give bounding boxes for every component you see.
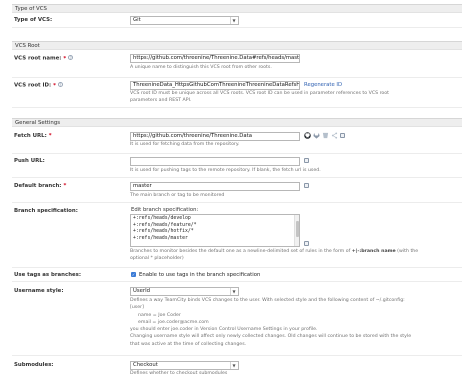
username-style-value: UserId [133, 288, 150, 294]
tags-checkbox[interactable]: ✓ [131, 272, 136, 277]
default-branch-note: The main branch or tag to be monitored [130, 193, 225, 198]
default-branch-input[interactable]: master [130, 182, 300, 191]
branch-spec-textarea[interactable]: +:refs/heads/develop +:refs/heads/featur… [130, 214, 300, 247]
settings-icon[interactable] [304, 241, 309, 246]
username-note-line: Changing username style will affect only… [130, 334, 412, 340]
vcs-root-name-label: VCS root name: *? [14, 55, 74, 62]
required-marker: * [53, 82, 56, 89]
vcs-type-select[interactable]: Git ▼ [130, 16, 239, 25]
default-branch-label: Default branch: * [14, 183, 67, 189]
username-style-select[interactable]: UserId ▼ [130, 287, 239, 296]
fetch-url-label: Fetch URL: * [14, 133, 52, 139]
vcs-type-label: Type of VCS: [14, 17, 53, 23]
tags-label: Use tags as branches: [14, 272, 82, 278]
push-url-label: Push URL: [14, 158, 45, 164]
vcs-root-name-note: A unique name to distinguish this VCS ro… [130, 65, 272, 70]
username-note-line: [user] [130, 305, 144, 311]
settings-icon[interactable] [304, 183, 309, 188]
required-marker: * [48, 133, 52, 139]
vcs-root-id-label: VCS root ID: *? [14, 82, 63, 89]
fetch-url-input[interactable]: https://github.com/threenine/Threenine.D… [130, 132, 300, 141]
required-marker: * [63, 55, 67, 62]
push-url-input[interactable] [130, 157, 300, 166]
vcs-root-id-input[interactable]: ThreenineData_HttpsGithubComThreenineThr… [130, 81, 300, 90]
username-note-line: name = Joe Coder [138, 312, 181, 318]
vcs-type-value: Git [133, 17, 141, 23]
github-icon[interactable] [304, 132, 311, 139]
textarea-scrollbar[interactable] [294, 215, 299, 246]
username-style-note: Defines a way TeamCity binds VCS changes… [130, 297, 411, 348]
submodules-label: Submodules: [14, 362, 54, 368]
branch-spec-line: +:refs/heads/master [133, 235, 188, 241]
vcs-root-name-input[interactable]: https://github.com/threenine/Threenine.D… [130, 54, 300, 63]
push-url-note: It is used for pushing tags to the remot… [130, 168, 321, 173]
vcs-root-id-note-line2: parameters and REST API. [130, 97, 192, 103]
branch-spec-label: Branch specification: [14, 208, 78, 214]
chevron-down-icon: ▼ [230, 362, 237, 369]
section-header-general: General Settings [12, 118, 462, 127]
submodules-select[interactable]: Checkout ▼ [130, 361, 239, 370]
username-note-line: you should enter joe.coder in Version Co… [130, 327, 318, 333]
username-note-line: Defines a way TeamCity binds VCS changes… [130, 298, 405, 303]
branch-spec-note-line1: Branches to monitor besides the default … [130, 249, 419, 254]
branch-spec-caption: Edit branch specification: [131, 207, 199, 213]
chevron-down-icon: ▼ [230, 17, 237, 24]
scrollbar-thumb[interactable] [296, 221, 299, 237]
fetch-url-note: It is used for fetching data from the re… [130, 142, 240, 147]
submodules-note: Defines whether to checkout submodules [130, 371, 228, 376]
bitbucket-icon[interactable] [322, 132, 329, 139]
tags-checkbox-label: Enable to use tags in the branch specifi… [139, 272, 261, 278]
submodules-value: Checkout [133, 362, 158, 368]
settings-icon[interactable] [304, 158, 309, 163]
help-icon[interactable]: ? [57, 82, 63, 87]
username-note-line: email = joe.coder@acme.com [138, 319, 209, 325]
branch-spec-note-line2: optional * placeholder) [130, 255, 184, 261]
gitlab-icon[interactable] [313, 132, 320, 139]
settings-icon[interactable] [340, 133, 345, 138]
section-header-vcs-root: VCS Root [12, 41, 462, 50]
section-header-type: Type of VCS [12, 4, 462, 13]
help-icon[interactable]: ? [68, 55, 74, 60]
vcs-root-id-note: VCS root ID must be unique across all VC… [130, 91, 389, 104]
chevron-down-icon: ▼ [230, 288, 237, 295]
required-marker: * [63, 183, 67, 189]
share-icon[interactable] [331, 132, 338, 139]
branch-spec-note: Branches to monitor besides the default … [130, 249, 418, 262]
regenerate-id-link[interactable]: Regenerate ID [304, 82, 342, 88]
username-note-line: that was active at the time of collectin… [130, 341, 247, 347]
vcs-root-id-note-line1: VCS root ID must be unique across all VC… [130, 91, 389, 96]
username-style-label: Username style: [14, 288, 64, 294]
